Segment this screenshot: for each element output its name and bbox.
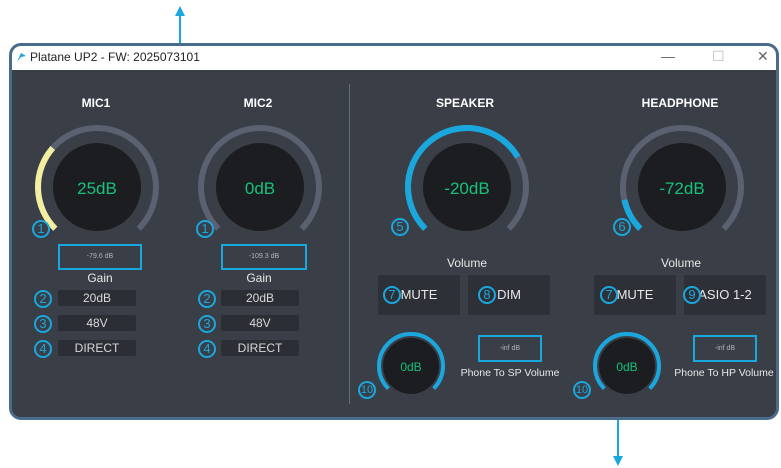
mixer-panel: MIC1 MIC2 SPEAKER HEADPHONE 25dB 0dB -20… [12,70,776,417]
callout-10: 10 [358,381,376,399]
headphone-phone-meter: -inf dB [693,335,757,362]
phone-to-headphone-value: 0dB [616,360,637,374]
callout-7: 7 [600,286,618,304]
mic1-gain-value: 25dB [77,179,117,198]
mic2-gain-value: 0dB [245,179,275,198]
callout-9: 9 [683,286,701,304]
callout-4: 4 [34,340,52,358]
mic2-header: MIC2 [243,96,273,110]
mic1-48v-button[interactable]: 48V [58,315,136,331]
mic2-gain-label: Gain [246,271,272,285]
phone-to-speaker-knob[interactable]: 0dB [373,328,449,404]
mic1-gain-step-button[interactable]: 20dB [58,290,136,306]
mic1-level-meter: -79.6 dB [58,244,142,270]
phone-to-speaker-label: Phone To SP Volume [460,367,560,379]
mic1-header: MIC1 [81,96,111,110]
section-divider [349,84,350,404]
callout-2: 2 [34,290,52,308]
callout-1: 1 [196,220,214,238]
mic1-gain-knob[interactable]: 25dB [32,122,162,252]
callout-3: 3 [34,315,52,333]
mic2-level-meter: -109.3 dB [221,244,307,270]
callout-7: 7 [383,286,401,304]
mic1-gain-label: Gain [87,271,113,285]
headphone-header: HEADPHONE [641,96,719,110]
app-window: Platane UP2 - FW: 2025073101 — ☐ ✕ MIC1 … [9,43,779,420]
callout-3: 3 [198,315,216,333]
callout-10: 10 [573,381,591,399]
mic2-48v-button[interactable]: 48V [221,315,299,331]
maximize-button[interactable]: ☐ [712,48,725,65]
close-button[interactable]: ✕ [757,48,769,65]
window-title: Platane UP2 - FW: 2025073101 [30,50,200,64]
callout-4: 4 [198,340,216,358]
title-bar: Platane UP2 - FW: 2025073101 — ☐ ✕ [12,46,776,71]
speaker-volume-value: -20dB [444,179,489,198]
callout-2: 2 [198,290,216,308]
headphone-volume-value: -72dB [659,179,704,198]
minimize-button[interactable]: — [661,48,675,64]
mic1-direct-button[interactable]: DIRECT [58,340,136,356]
speaker-phone-meter: -inf dB [478,335,542,362]
callout-1: 1 [32,220,50,238]
speaker-volume-knob[interactable]: -20dB [402,122,532,252]
phone-to-headphone-knob[interactable]: 0dB [589,328,665,404]
callout-8: 8 [478,286,496,304]
speaker-header: SPEAKER [435,96,494,110]
platane-logo-icon [17,53,26,62]
headphone-volume-label: Volume [660,256,702,270]
mic2-gain-step-button[interactable]: 20dB [221,290,299,306]
mic2-direct-button[interactable]: DIRECT [221,340,299,356]
speaker-volume-label: Volume [446,256,488,270]
mic2-gain-knob[interactable]: 0dB [195,122,325,252]
phone-to-headphone-label: Phone To HP Volume [674,367,774,379]
headphone-volume-knob[interactable]: -72dB [617,122,747,252]
callout-5: 5 [391,218,409,236]
phone-to-speaker-value: 0dB [400,360,421,374]
callout-6: 6 [613,218,631,236]
